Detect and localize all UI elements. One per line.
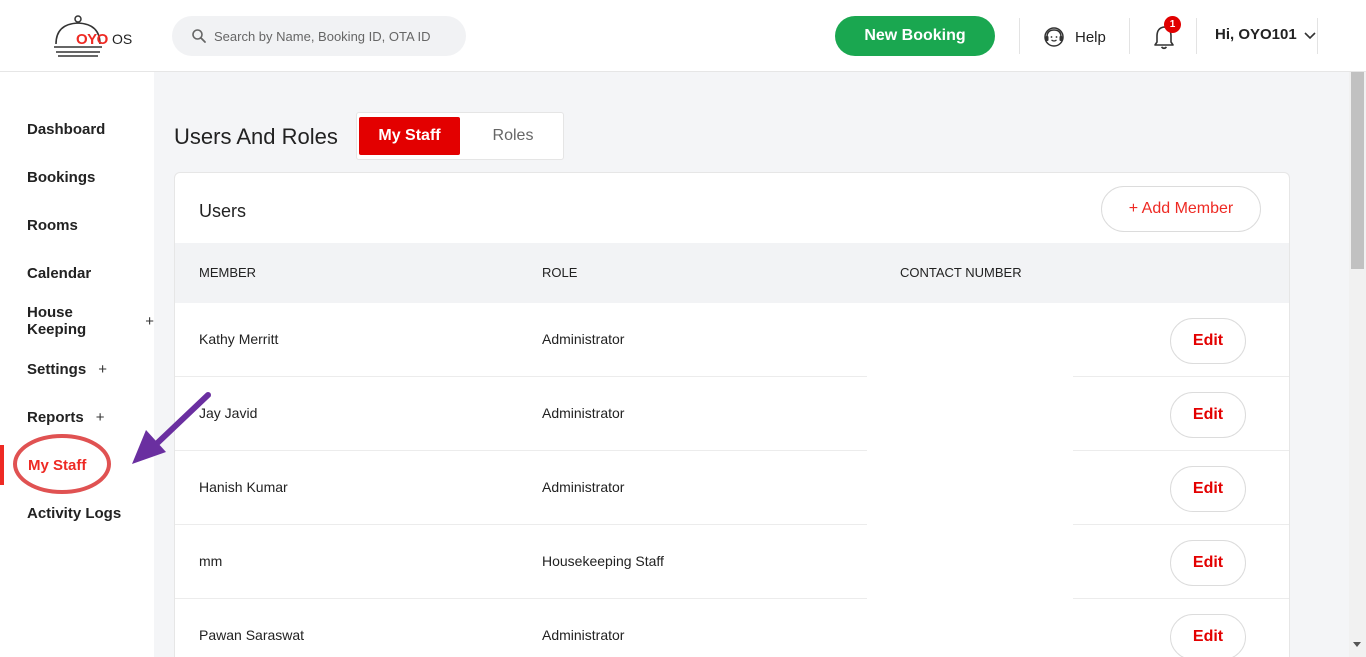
user-greeting: Hi, OYO101 bbox=[1215, 26, 1297, 43]
sidebar-item-label: Settings bbox=[27, 360, 87, 378]
new-booking-button[interactable]: New Booking bbox=[835, 16, 995, 56]
sidebar-item-rooms[interactable]: Rooms bbox=[0, 205, 154, 245]
notification-count-badge: 1 bbox=[1164, 16, 1181, 33]
edit-button[interactable]: Edit bbox=[1170, 540, 1246, 586]
member-name: Jay Javid bbox=[199, 405, 258, 421]
card-title: Users bbox=[199, 201, 247, 221]
edit-button[interactable]: Edit bbox=[1170, 614, 1246, 657]
search-box[interactable] bbox=[172, 16, 466, 56]
search-input[interactable] bbox=[214, 16, 454, 56]
help-button[interactable]: Help bbox=[1042, 24, 1106, 50]
member-name: mm bbox=[199, 553, 223, 569]
expand-plus-icon[interactable]: + bbox=[96, 409, 105, 426]
sidebar-item-label: Activity Logs bbox=[27, 504, 122, 522]
expand-plus-icon[interactable]: + bbox=[98, 361, 107, 378]
header-divider bbox=[1129, 18, 1130, 54]
column-header-role: ROLE bbox=[542, 265, 578, 280]
page-title: Users And Roles bbox=[174, 124, 338, 149]
sidebar-item-label: Rooms bbox=[27, 216, 78, 234]
top-bar: OYO OS New Booking Help 1 Hi, OYO101 bbox=[0, 0, 1366, 72]
sidebar-item-label: Reports bbox=[27, 408, 84, 426]
users-card: Users + Add Member MEMBER ROLE CONTACT N… bbox=[174, 172, 1290, 657]
expand-plus-icon[interactable]: + bbox=[145, 313, 154, 330]
redacted-contact-area bbox=[867, 303, 1073, 657]
table-row: Kathy Merritt Administrator Edit bbox=[175, 303, 1289, 377]
page-scrollbar[interactable] bbox=[1349, 72, 1366, 657]
sidebar-item-activity-logs[interactable]: Activity Logs bbox=[0, 493, 154, 533]
member-name: Hanish Kumar bbox=[199, 479, 288, 495]
sidebar: Dashboard Bookings Rooms Calendar House … bbox=[0, 72, 154, 657]
sidebar-item-bookings[interactable]: Bookings bbox=[0, 157, 154, 197]
sidebar-item-label: Calendar bbox=[27, 264, 92, 282]
tab-my-staff[interactable]: My Staff bbox=[359, 117, 460, 155]
sidebar-item-label: Dashboard bbox=[27, 120, 106, 138]
member-role: Administrator bbox=[542, 627, 625, 643]
table-row: Jay Javid Administrator Edit bbox=[175, 377, 1289, 451]
column-header-contact-number: CONTACT NUMBER bbox=[900, 265, 1022, 280]
member-name: Kathy Merritt bbox=[199, 331, 279, 347]
member-role: Administrator bbox=[542, 331, 625, 347]
column-header-member: MEMBER bbox=[199, 265, 257, 280]
sidebar-item-label: House Keeping bbox=[27, 304, 87, 338]
sidebar-item-calendar[interactable]: Calendar bbox=[0, 253, 154, 293]
edit-button[interactable]: Edit bbox=[1170, 392, 1246, 438]
member-role: Housekeeping Staff bbox=[542, 553, 664, 569]
sidebar-item-label: My Staff bbox=[28, 456, 87, 474]
member-role: Administrator bbox=[542, 405, 625, 421]
table-row: mm Housekeeping Staff Edit bbox=[175, 525, 1289, 599]
header-divider bbox=[1196, 18, 1197, 54]
help-label: Help bbox=[1075, 28, 1106, 46]
header-divider bbox=[1317, 18, 1318, 54]
search-icon bbox=[192, 29, 206, 43]
sidebar-item-my-staff[interactable]: My Staff bbox=[0, 445, 154, 485]
user-menu[interactable]: Hi, OYO101 bbox=[1215, 26, 1317, 43]
sidebar-item-settings[interactable]: Settings + bbox=[0, 349, 154, 389]
sidebar-item-house-keeping[interactable]: House Keeping + bbox=[0, 301, 154, 341]
edit-button[interactable]: Edit bbox=[1170, 466, 1246, 512]
sidebar-item-label: Bookings bbox=[27, 168, 96, 186]
table-header: MEMBER ROLE CONTACT NUMBER bbox=[175, 243, 1289, 303]
tab-group: My Staff Roles bbox=[356, 112, 564, 160]
member-name: Pawan Saraswat bbox=[199, 627, 305, 643]
oyo-os-logo[interactable]: OYO OS bbox=[52, 14, 132, 58]
member-role: Administrator bbox=[542, 479, 625, 495]
table-row: Hanish Kumar Administrator Edit bbox=[175, 451, 1289, 525]
headset-support-icon bbox=[1044, 27, 1064, 47]
table-row: Pawan Saraswat Administrator Edit bbox=[175, 599, 1289, 657]
chevron-down-icon bbox=[1304, 31, 1316, 39]
add-member-button[interactable]: + Add Member bbox=[1101, 186, 1261, 232]
logo-suffix-text: OS bbox=[112, 31, 133, 47]
header-divider bbox=[1019, 18, 1020, 54]
tab-roles[interactable]: Roles bbox=[465, 117, 561, 155]
sidebar-item-reports[interactable]: Reports + bbox=[0, 397, 154, 437]
logo-brand-text: OYO bbox=[76, 31, 108, 48]
sidebar-item-dashboard[interactable]: Dashboard bbox=[0, 109, 154, 149]
edit-button[interactable]: Edit bbox=[1170, 318, 1246, 364]
scrollbar-thumb[interactable] bbox=[1351, 72, 1364, 269]
scroll-down-arrow-icon[interactable] bbox=[1353, 642, 1361, 647]
